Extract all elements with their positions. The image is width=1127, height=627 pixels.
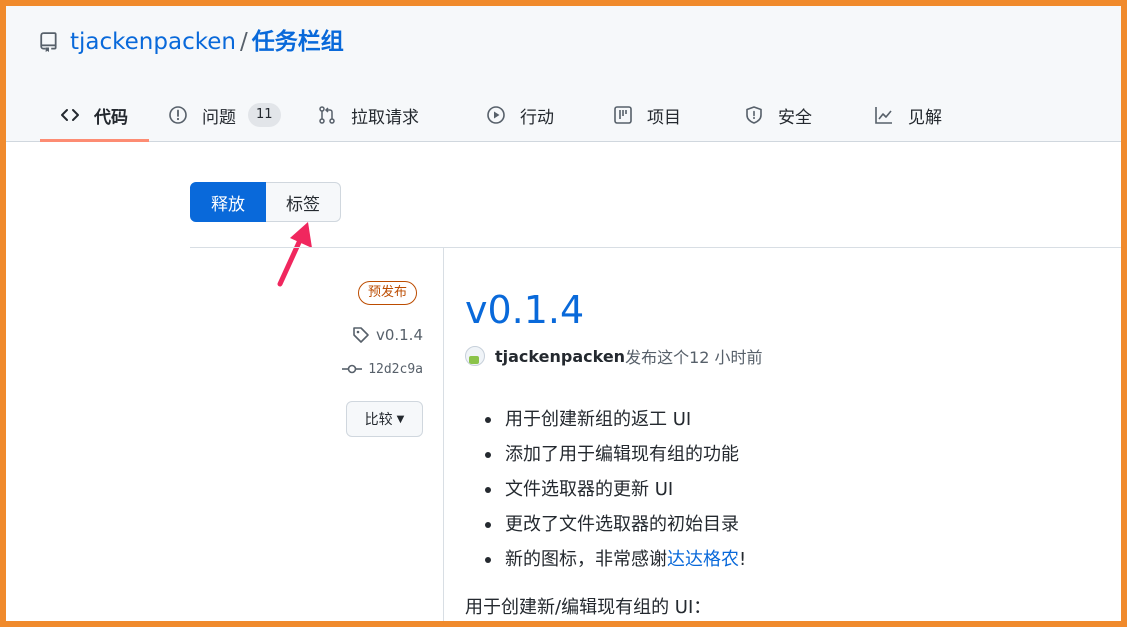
published-text: 发布这个12 小时前: [625, 348, 763, 367]
tab-actions[interactable]: 行动: [486, 88, 554, 142]
tag-label: v0.1.4: [375, 326, 423, 344]
sidebar-divider: [443, 248, 444, 621]
tab-label: 行动: [520, 107, 554, 128]
tab-label: 项目: [647, 107, 681, 128]
list-item: 添加了用于编辑现有组的功能: [485, 437, 746, 472]
repo-icon: [40, 32, 57, 52]
tab-pull-requests[interactable]: 拉取请求: [317, 88, 419, 142]
tag-icon: [353, 327, 369, 343]
graph-icon: [875, 107, 892, 124]
tab-insights[interactable]: 见解: [874, 88, 942, 142]
caret-down-icon: ▼: [396, 413, 405, 425]
selected-tab-underline: [40, 139, 149, 142]
list-item: 新的图标，非常感谢达达格农!: [485, 542, 746, 577]
annotation-arrow-icon: [277, 222, 312, 287]
shield-icon: [746, 106, 762, 124]
screenshot-frame: tjackenpacken / 任务栏组 代码 问题 11 拉取请求 行动 项目…: [6, 6, 1121, 621]
release-commit[interactable]: 12d2c9a: [342, 361, 423, 377]
tab-label: 见解: [908, 107, 942, 128]
repo-name-link[interactable]: 任务栏组: [252, 29, 344, 55]
commit-icon: [342, 364, 363, 374]
tab-code[interactable]: 代码: [60, 88, 128, 142]
contributor-link[interactable]: 达达格农: [667, 549, 739, 570]
issues-count-badge: 11: [248, 103, 281, 127]
tab-label: 问题: [202, 107, 236, 128]
release-tag[interactable]: v0.1.4: [352, 326, 423, 344]
content-divider: [190, 247, 1121, 248]
play-icon: [487, 106, 505, 124]
releases-subnav: 释放 标签: [190, 182, 341, 222]
note-text: 新的图标，非常感谢: [505, 549, 667, 570]
compare-button[interactable]: 比较 ▼: [346, 401, 423, 437]
list-item: 文件选取器的更新 UI: [485, 472, 746, 507]
tab-security[interactable]: 安全: [744, 88, 812, 142]
tab-label: 安全: [778, 107, 812, 128]
project-icon: [614, 106, 632, 124]
list-item: 用于创建新组的返工 UI: [485, 402, 746, 437]
tags-tab[interactable]: 标签: [266, 182, 341, 222]
repo-title: tjackenpacken / 任务栏组: [70, 26, 344, 58]
release-notes-paragraph: 用于创建新/编辑现有组的 UI：: [465, 597, 712, 618]
list-item: 更改了文件选取器的初始目录: [485, 507, 746, 542]
issue-icon: [169, 106, 187, 124]
tab-label: 拉取请求: [351, 107, 419, 128]
author-link[interactable]: tjackenpacken: [495, 347, 625, 366]
tab-label: 代码: [94, 107, 128, 128]
release-title[interactable]: v0.1.4: [465, 286, 584, 334]
prerelease-badge: 预发布: [358, 281, 418, 305]
releases-tab[interactable]: 释放: [190, 182, 266, 222]
repo-owner-link[interactable]: tjackenpacken: [70, 29, 236, 55]
note-text: !: [739, 549, 747, 570]
tab-projects[interactable]: 项目: [613, 88, 681, 142]
avatar[interactable]: [465, 346, 485, 366]
repo-header: tjackenpacken / 任务栏组 代码 问题 11 拉取请求 行动 项目…: [6, 6, 1121, 142]
code-icon: [61, 109, 79, 121]
compare-label: 比较: [364, 412, 393, 428]
release-author-row: tjackenpacken 发布这个12 小时前: [465, 344, 763, 368]
release-notes-list: 用于创建新组的返工 UI 添加了用于编辑现有组的功能 文件选取器的更新 UI 更…: [485, 402, 746, 577]
tab-issues[interactable]: 问题 11: [168, 88, 281, 142]
commit-sha: 12d2c9a: [368, 361, 423, 377]
pull-request-icon: [319, 106, 335, 124]
repo-separator: /: [239, 29, 248, 55]
